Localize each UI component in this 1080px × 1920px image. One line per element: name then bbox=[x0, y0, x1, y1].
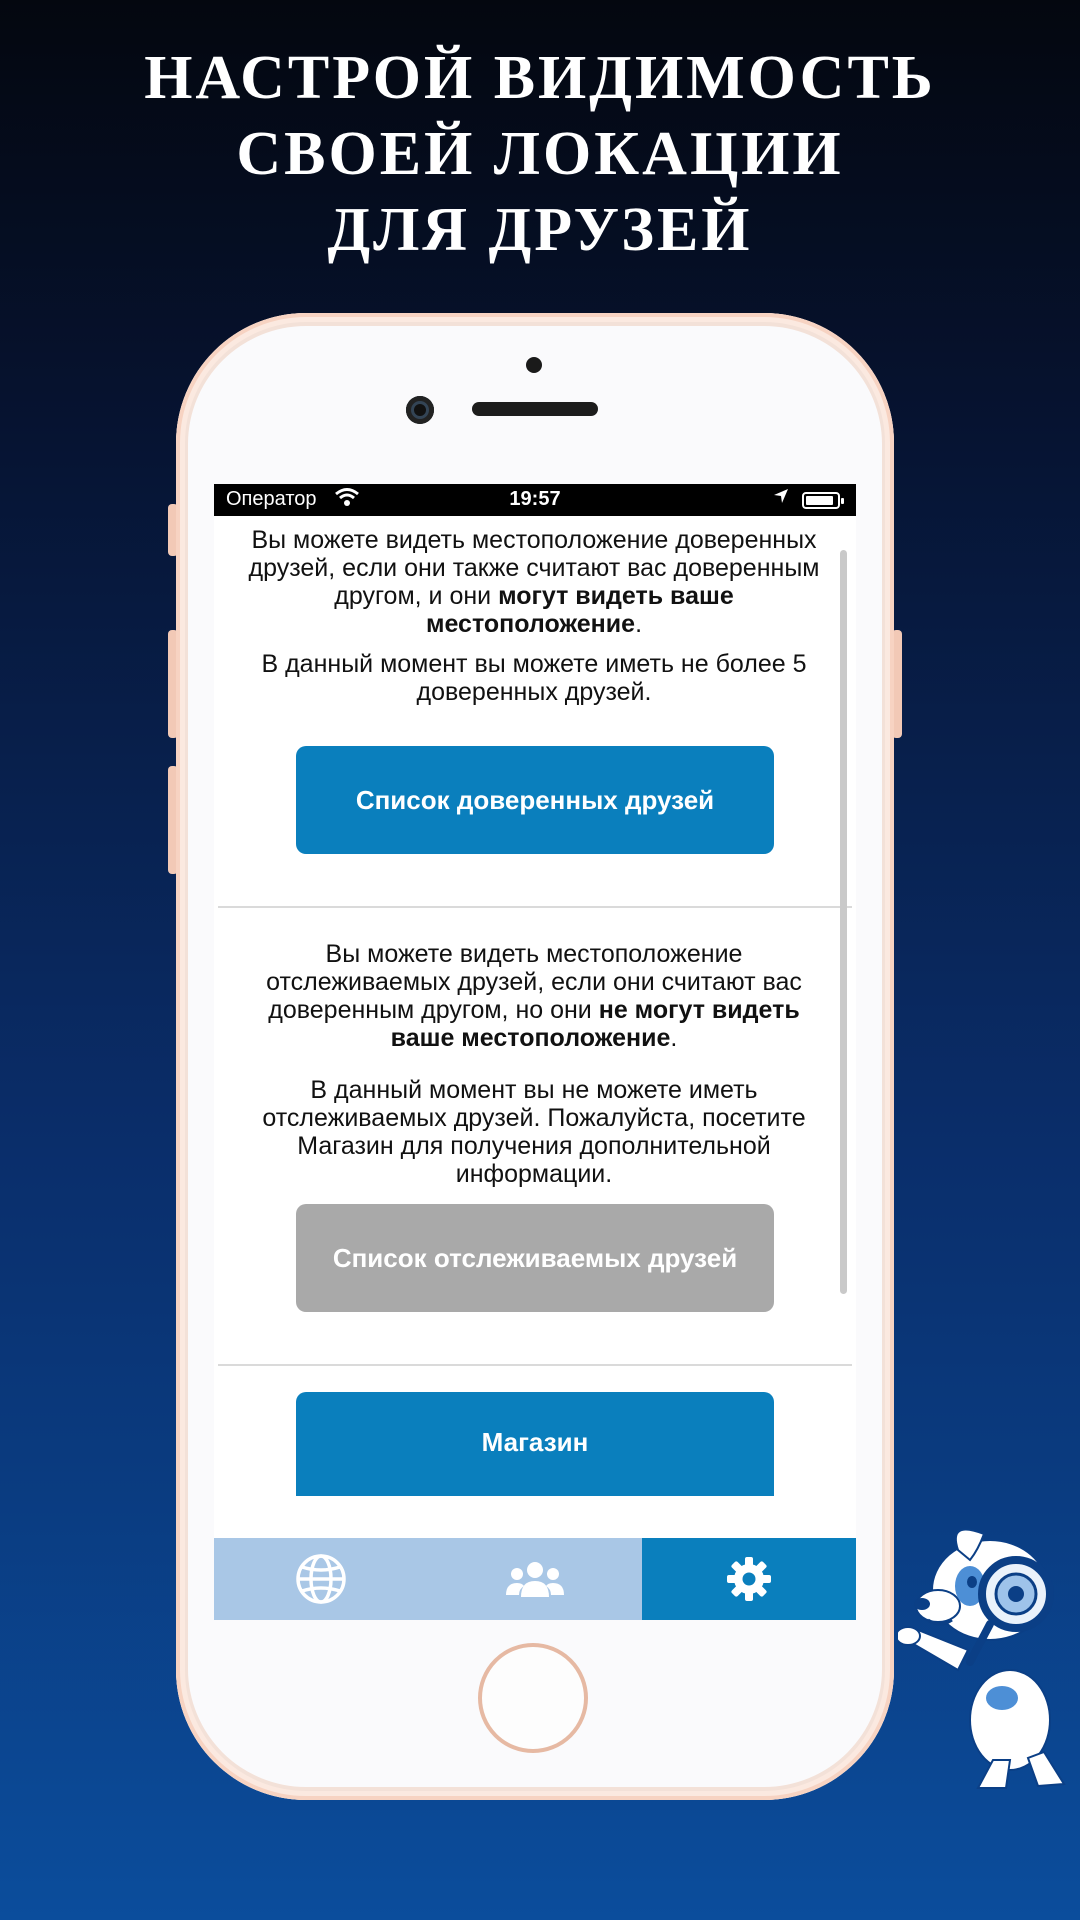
tab-bar bbox=[214, 1538, 856, 1620]
battery-level-fill bbox=[806, 496, 833, 505]
headline-line-1: НАСТРОЙ ВИДИМОСТЬ bbox=[144, 44, 936, 112]
section-divider bbox=[218, 1364, 852, 1366]
headline-line-2: СВОЕЙ ЛОКАЦИИ bbox=[236, 120, 844, 188]
store-button[interactable]: Магазин bbox=[296, 1392, 774, 1496]
app-screen: Оператор 19:57 Вы можете видеть местопол… bbox=[214, 484, 856, 1620]
trusted-limit-text: В данный момент вы можете иметь не более… bbox=[261, 650, 807, 706]
users-icon bbox=[506, 1562, 564, 1597]
front-camera-icon bbox=[406, 396, 434, 424]
globe-icon bbox=[296, 1554, 346, 1604]
trusted-description: Вы можете видеть местоположение доверенн… bbox=[248, 526, 820, 638]
tracked-friends-list-button[interactable]: Список отслеживаемых друзей bbox=[296, 1204, 774, 1312]
tab-map[interactable] bbox=[214, 1538, 428, 1620]
tab-friends[interactable] bbox=[428, 1538, 642, 1620]
section-divider bbox=[218, 906, 852, 908]
dog-mascot-icon bbox=[898, 1528, 1066, 1789]
promo-headline: НАСТРОЙ ВИДИМОСТЬ СВОЕЙ ЛОКАЦИИ ДЛЯ ДРУЗ… bbox=[0, 40, 1080, 268]
battery-icon bbox=[802, 492, 844, 509]
tracked-description: Вы можете видеть местоположение отслежив… bbox=[266, 940, 802, 1052]
earpiece-speaker bbox=[472, 402, 598, 416]
trusted-friends-list-button[interactable]: Список доверенных друзей bbox=[296, 746, 774, 854]
status-bar: Оператор 19:57 bbox=[214, 484, 856, 516]
clock: 19:57 bbox=[509, 488, 561, 510]
home-button bbox=[478, 1643, 588, 1753]
headline-line-3: ДЛЯ ДРУЗЕЙ bbox=[327, 196, 753, 264]
gear-icon bbox=[727, 1557, 771, 1601]
settings-scroll-area[interactable]: Вы можете видеть местоположение доверенн… bbox=[214, 516, 856, 1516]
scrollbar[interactable] bbox=[840, 550, 847, 1294]
proximity-sensor bbox=[526, 357, 542, 373]
tab-settings[interactable] bbox=[642, 1538, 856, 1620]
location-arrow-icon bbox=[772, 487, 790, 510]
tracked-limit-text: В данный момент вы не можете иметь отсле… bbox=[262, 1076, 806, 1188]
